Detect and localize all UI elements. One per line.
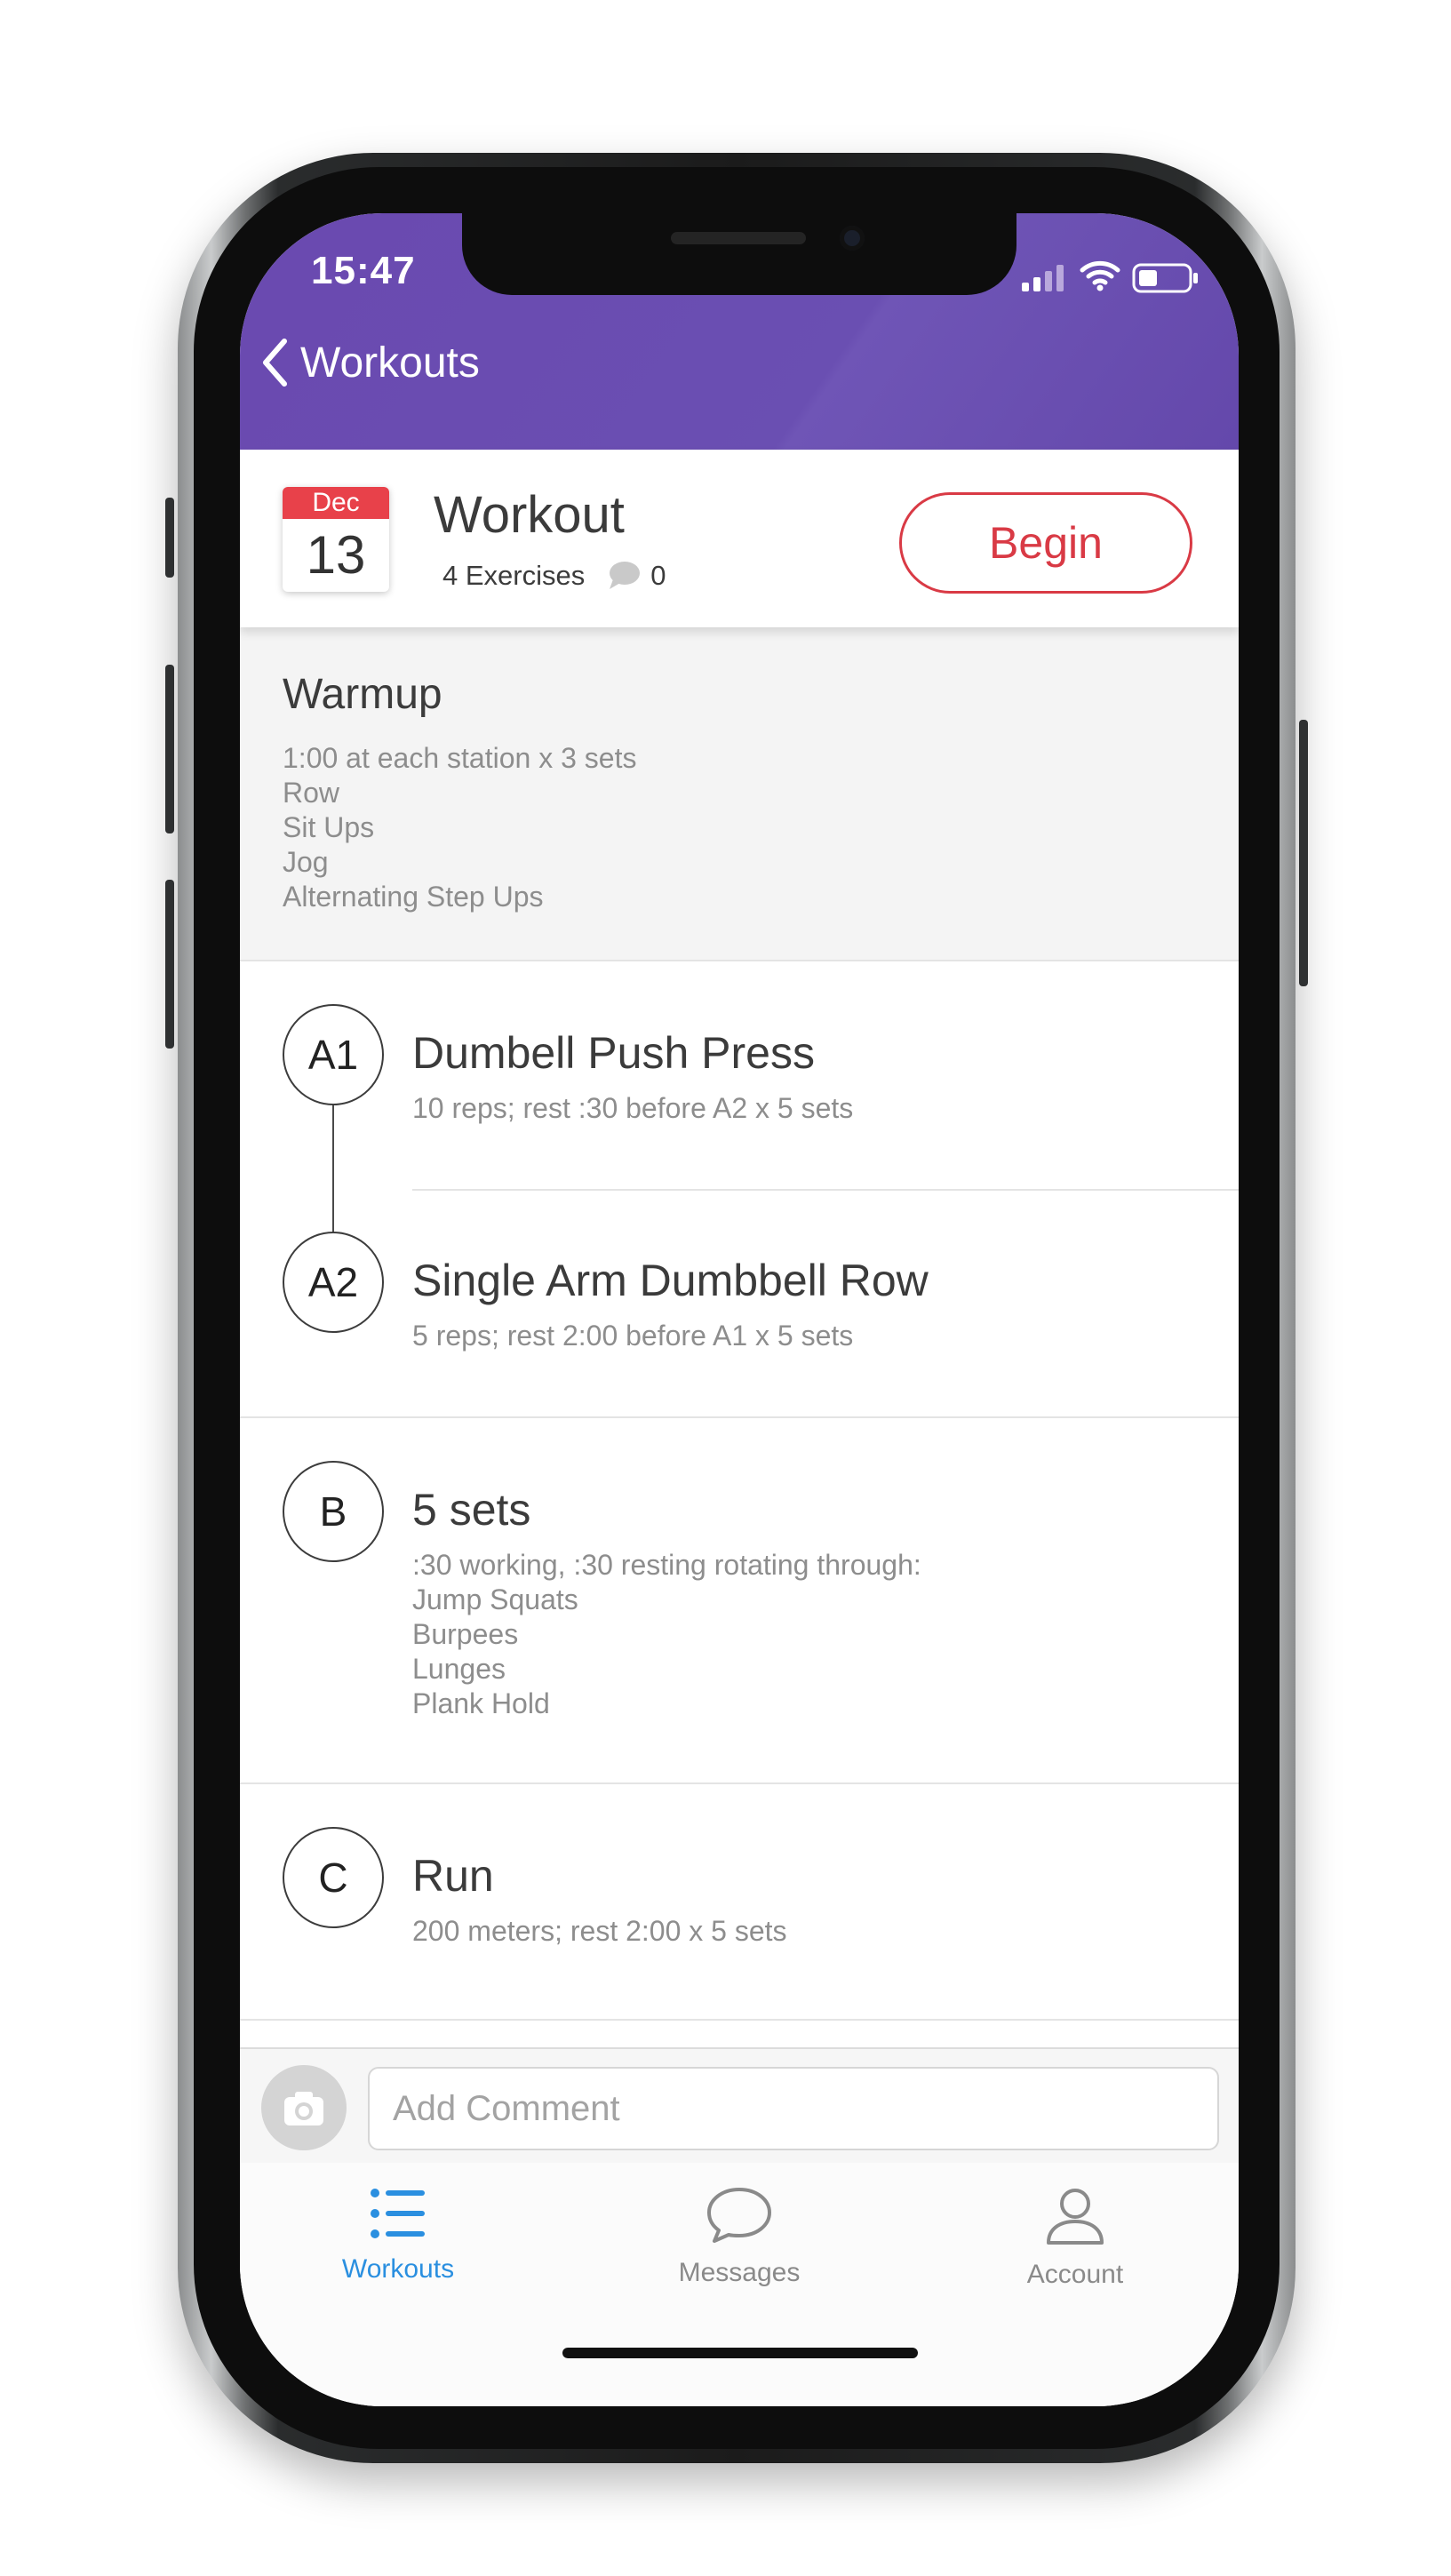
earpiece-speaker bbox=[671, 232, 806, 244]
warmup-line: 1:00 at each station x 3 sets bbox=[283, 742, 637, 774]
volume-up-button bbox=[165, 665, 174, 833]
comment-input[interactable] bbox=[368, 2067, 1219, 2150]
tab-label: Account bbox=[1026, 2260, 1124, 2289]
exercise-count: 4 Exercises bbox=[442, 560, 586, 591]
warmup-details: 1:00 at each station x 3 sets Row Sit Up… bbox=[283, 741, 636, 914]
comment-count: 0 bbox=[650, 560, 666, 591]
exercise-row-c[interactable]: C Run 200 meters; rest 2:00 x 5 sets bbox=[240, 1784, 1239, 2014]
exercise-row-b[interactable]: B 5 sets :30 working, :30 resting rotati… bbox=[240, 1418, 1239, 1781]
tab-workouts[interactable]: Workouts bbox=[265, 2186, 531, 2285]
volume-down-button bbox=[165, 880, 174, 1049]
home-indicator bbox=[562, 2348, 918, 2358]
camera-icon bbox=[284, 2092, 323, 2125]
detail-line: Burpees bbox=[412, 1618, 519, 1650]
begin-button[interactable]: Begin bbox=[899, 492, 1192, 594]
comment-bar bbox=[240, 2047, 1239, 2165]
cellular-signal-icon bbox=[1022, 265, 1064, 291]
person-icon bbox=[1047, 2189, 1104, 2245]
workout-title: Workout bbox=[434, 486, 625, 544]
exercise-details: :30 working, :30 resting rotating throug… bbox=[412, 1548, 921, 1721]
exercise-title: Run bbox=[412, 1851, 494, 1901]
notch bbox=[462, 213, 1016, 295]
wifi-icon bbox=[1080, 260, 1120, 291]
back-label: Workouts bbox=[300, 339, 480, 387]
calendar-date: Dec 13 bbox=[283, 487, 389, 592]
exercise-badge: A2 bbox=[283, 1232, 384, 1333]
calendar-day: 13 bbox=[306, 525, 366, 585]
warmup-line: Jog bbox=[283, 846, 329, 878]
power-button bbox=[1299, 720, 1308, 986]
battery-icon bbox=[1132, 263, 1198, 293]
detail-line: Plank Hold bbox=[412, 1687, 550, 1719]
tab-bar: Workouts Messages Account bbox=[240, 2163, 1239, 2406]
exercise-badge: A1 bbox=[283, 1004, 384, 1105]
mute-switch bbox=[165, 498, 174, 578]
exercise-title: Dumbell Push Press bbox=[412, 1028, 815, 1078]
warmup-section: Warmup 1:00 at each station x 3 sets Row… bbox=[240, 627, 1239, 961]
detail-line: Lunges bbox=[412, 1653, 506, 1685]
warmup-line: Alternating Step Ups bbox=[283, 881, 544, 913]
camera-button[interactable] bbox=[261, 2065, 347, 2150]
exercise-row-a2[interactable]: A2 Single Arm Dumbbell Row 5 reps; rest … bbox=[240, 1191, 1239, 1415]
row-divider bbox=[240, 2019, 1239, 2021]
exercise-title: 5 sets bbox=[412, 1485, 531, 1535]
warmup-title: Warmup bbox=[283, 671, 442, 718]
back-button[interactable]: Workouts bbox=[261, 338, 480, 387]
comment-bubble-icon bbox=[610, 562, 641, 589]
detail-line: Jump Squats bbox=[412, 1583, 578, 1615]
warmup-line: Sit Ups bbox=[283, 811, 375, 843]
workout-meta: 4 Exercises 0 bbox=[442, 560, 666, 592]
warmup-line: Row bbox=[283, 777, 340, 809]
workout-summary: Dec 13 Workout 4 Exercises 0 Begin bbox=[240, 450, 1239, 627]
exercise-row-a1[interactable]: A1 Dumbell Push Press 10 reps; rest :30 … bbox=[240, 961, 1239, 1189]
status-time: 15:47 bbox=[311, 249, 416, 292]
app-screen: 15:47 Workouts Dec 13 Workout 4 Exercise… bbox=[240, 213, 1239, 2406]
chevron-left-icon bbox=[263, 339, 287, 387]
front-camera bbox=[840, 226, 865, 251]
exercise-details: 10 reps; rest :30 before A2 x 5 sets bbox=[412, 1092, 854, 1124]
tab-label: Workouts bbox=[341, 2254, 455, 2284]
exercise-details: 5 reps; rest 2:00 before A1 x 5 sets bbox=[412, 1320, 854, 1352]
calendar-month: Dec bbox=[283, 487, 389, 519]
tab-label: Messages bbox=[678, 2258, 801, 2287]
exercise-badge: B bbox=[283, 1461, 384, 1562]
tab-messages[interactable]: Messages bbox=[606, 2186, 873, 2288]
list-icon bbox=[371, 2189, 425, 2238]
detail-line: :30 working, :30 resting rotating throug… bbox=[412, 1549, 921, 1581]
tab-account[interactable]: Account bbox=[942, 2186, 1208, 2290]
exercise-details: 200 meters; rest 2:00 x 5 sets bbox=[412, 1915, 787, 1947]
exercise-title: Single Arm Dumbbell Row bbox=[412, 1256, 929, 1305]
exercise-badge: C bbox=[283, 1827, 384, 1928]
chat-bubble-icon bbox=[707, 2188, 771, 2243]
